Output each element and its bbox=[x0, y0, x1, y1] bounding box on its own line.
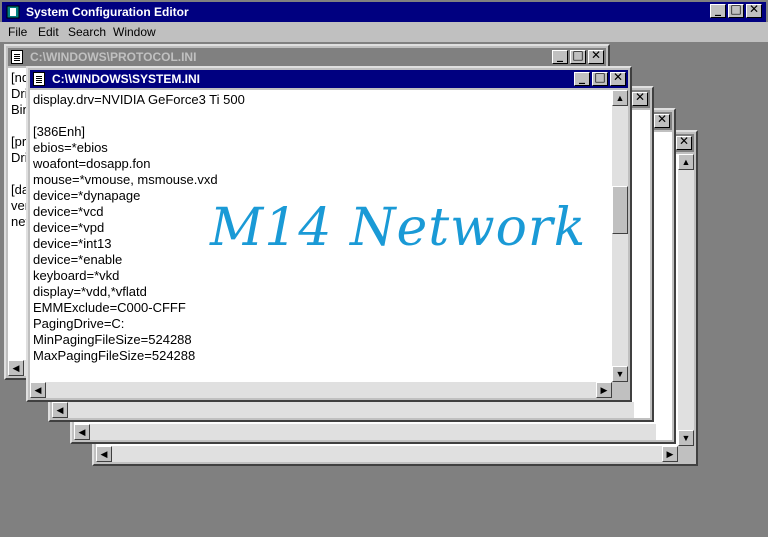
text-line: ebios=*ebios bbox=[33, 140, 108, 155]
minimize-button[interactable]: _ bbox=[552, 48, 568, 64]
close-button[interactable]: ✕ bbox=[632, 90, 648, 106]
text-line: MaxPagingFileSize=524288 bbox=[33, 348, 196, 363]
menu-bar: File Edit Search Window bbox=[0, 22, 768, 42]
text-line: keyboard=*vkd bbox=[33, 268, 120, 283]
vertical-scrollbar[interactable]: ▲ ▼ bbox=[612, 90, 628, 382]
app-title-bar[interactable]: System Configuration Editor _ □ ✕ bbox=[2, 2, 766, 22]
horizontal-scrollbar[interactable]: ◀ ▶ bbox=[30, 382, 612, 398]
window-caption[interactable]: C:\WINDOWS\SYSTEM.INI _ □ ✕ bbox=[30, 70, 628, 88]
menu-search[interactable]: Search bbox=[68, 25, 106, 39]
text-line: display=*vdd,*vflatd bbox=[33, 284, 147, 299]
horizontal-scrollbar[interactable]: ◀ bbox=[74, 424, 656, 440]
app-icon bbox=[6, 5, 20, 19]
menu-edit[interactable]: Edit bbox=[38, 25, 59, 39]
scroll-left-button[interactable]: ◀ bbox=[8, 360, 24, 376]
scroll-corner bbox=[612, 382, 628, 398]
app-title: System Configuration Editor bbox=[26, 5, 189, 19]
scroll-left-button[interactable]: ◀ bbox=[96, 446, 112, 462]
text-line: PagingDrive=C: bbox=[33, 316, 125, 331]
scroll-down-button[interactable]: ▼ bbox=[678, 430, 694, 446]
text-line: mouse=*vmouse, msmouse.vxd bbox=[33, 172, 218, 187]
close-button[interactable]: ✕ bbox=[588, 48, 604, 64]
window-caption[interactable]: C:\WINDOWS\PROTOCOL.INI _ □ ✕ bbox=[8, 48, 606, 66]
close-button[interactable]: ✕ bbox=[654, 112, 670, 128]
scroll-right-button[interactable]: ▶ bbox=[662, 446, 678, 462]
watermark-text: M14 Network bbox=[210, 198, 587, 258]
text-line: [386Enh] bbox=[33, 124, 86, 139]
scroll-up-button[interactable]: ▲ bbox=[612, 90, 628, 106]
menu-file[interactable]: File bbox=[8, 25, 27, 39]
text-line: woafont=dosapp.fon bbox=[33, 156, 151, 171]
scroll-left-button[interactable]: ◀ bbox=[52, 402, 68, 418]
window-title: C:\WINDOWS\SYSTEM.INI bbox=[52, 72, 200, 86]
horizontal-scrollbar[interactable]: ◀ ▶ bbox=[96, 446, 678, 462]
scroll-left-button[interactable]: ◀ bbox=[30, 382, 46, 398]
horizontal-scrollbar[interactable]: ◀ bbox=[52, 402, 634, 418]
text-line bbox=[33, 108, 245, 124]
app-maximize-button[interactable]: □ bbox=[728, 2, 744, 18]
document-icon bbox=[33, 72, 45, 86]
scroll-corner bbox=[678, 446, 694, 462]
scroll-down-button[interactable]: ▼ bbox=[612, 366, 628, 382]
minimize-button[interactable]: _ bbox=[574, 70, 590, 86]
app-minimize-button[interactable]: _ bbox=[710, 2, 726, 18]
document-icon bbox=[11, 50, 23, 64]
vertical-scrollbar[interactable]: ▲ ▼ bbox=[678, 154, 694, 446]
maximize-button[interactable]: □ bbox=[570, 48, 586, 64]
scroll-right-button[interactable]: ▶ bbox=[596, 382, 612, 398]
close-button[interactable]: ✕ bbox=[676, 134, 692, 150]
maximize-button[interactable]: □ bbox=[592, 70, 608, 86]
close-button[interactable]: ✕ bbox=[610, 70, 626, 86]
scroll-up-button[interactable]: ▲ bbox=[678, 154, 694, 170]
window-title: C:\WINDOWS\PROTOCOL.INI bbox=[30, 50, 197, 64]
menu-window[interactable]: Window bbox=[113, 25, 156, 39]
text-line: MinPagingFileSize=524288 bbox=[33, 332, 192, 347]
app-window: System Configuration Editor _ □ ✕ File E… bbox=[0, 0, 768, 537]
scroll-left-button[interactable]: ◀ bbox=[74, 424, 90, 440]
text-line: EMMExclude=C000-CFFF bbox=[33, 300, 186, 315]
scroll-thumb[interactable] bbox=[612, 186, 628, 234]
app-close-button[interactable]: ✕ bbox=[746, 2, 762, 18]
text-line: display.drv=NVIDIA GeForce3 Ti 500 bbox=[33, 92, 245, 107]
